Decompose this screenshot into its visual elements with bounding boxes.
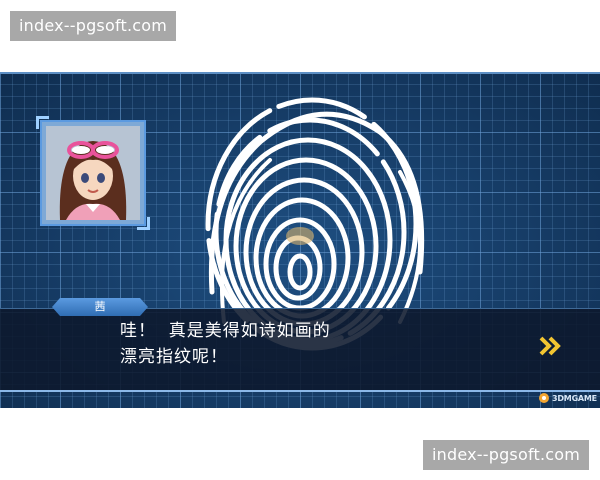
logo-text: 3DMGAME [552,393,597,403]
dialog-line-1: 哇！ 真是美得如诗如画的 [120,321,331,341]
speaker-nameplate: 茜 [52,298,148,316]
dialog-text: 哇！ 真是美得如诗如画的 漂亮指纹呢！ [120,318,500,370]
character-portrait [36,116,150,230]
watermark-top: index--pgsoft.com [10,11,177,41]
double-chevron-right-icon[interactable] [538,334,562,358]
speaker-name: 茜 [94,300,106,313]
site-logo: 3DMGAME [538,390,597,406]
character-avatar [46,126,140,220]
game-screen[interactable]: 茜 哇！ 真是美得如诗如画的 漂亮指纹呢！ 3DMGAME [0,72,600,408]
watermark-bottom: index--pgsoft.com [423,440,590,470]
dialog-line-2: 漂亮指纹呢！ [120,347,228,367]
logo-icon [539,393,549,403]
dialog-bottom-border [0,390,600,392]
